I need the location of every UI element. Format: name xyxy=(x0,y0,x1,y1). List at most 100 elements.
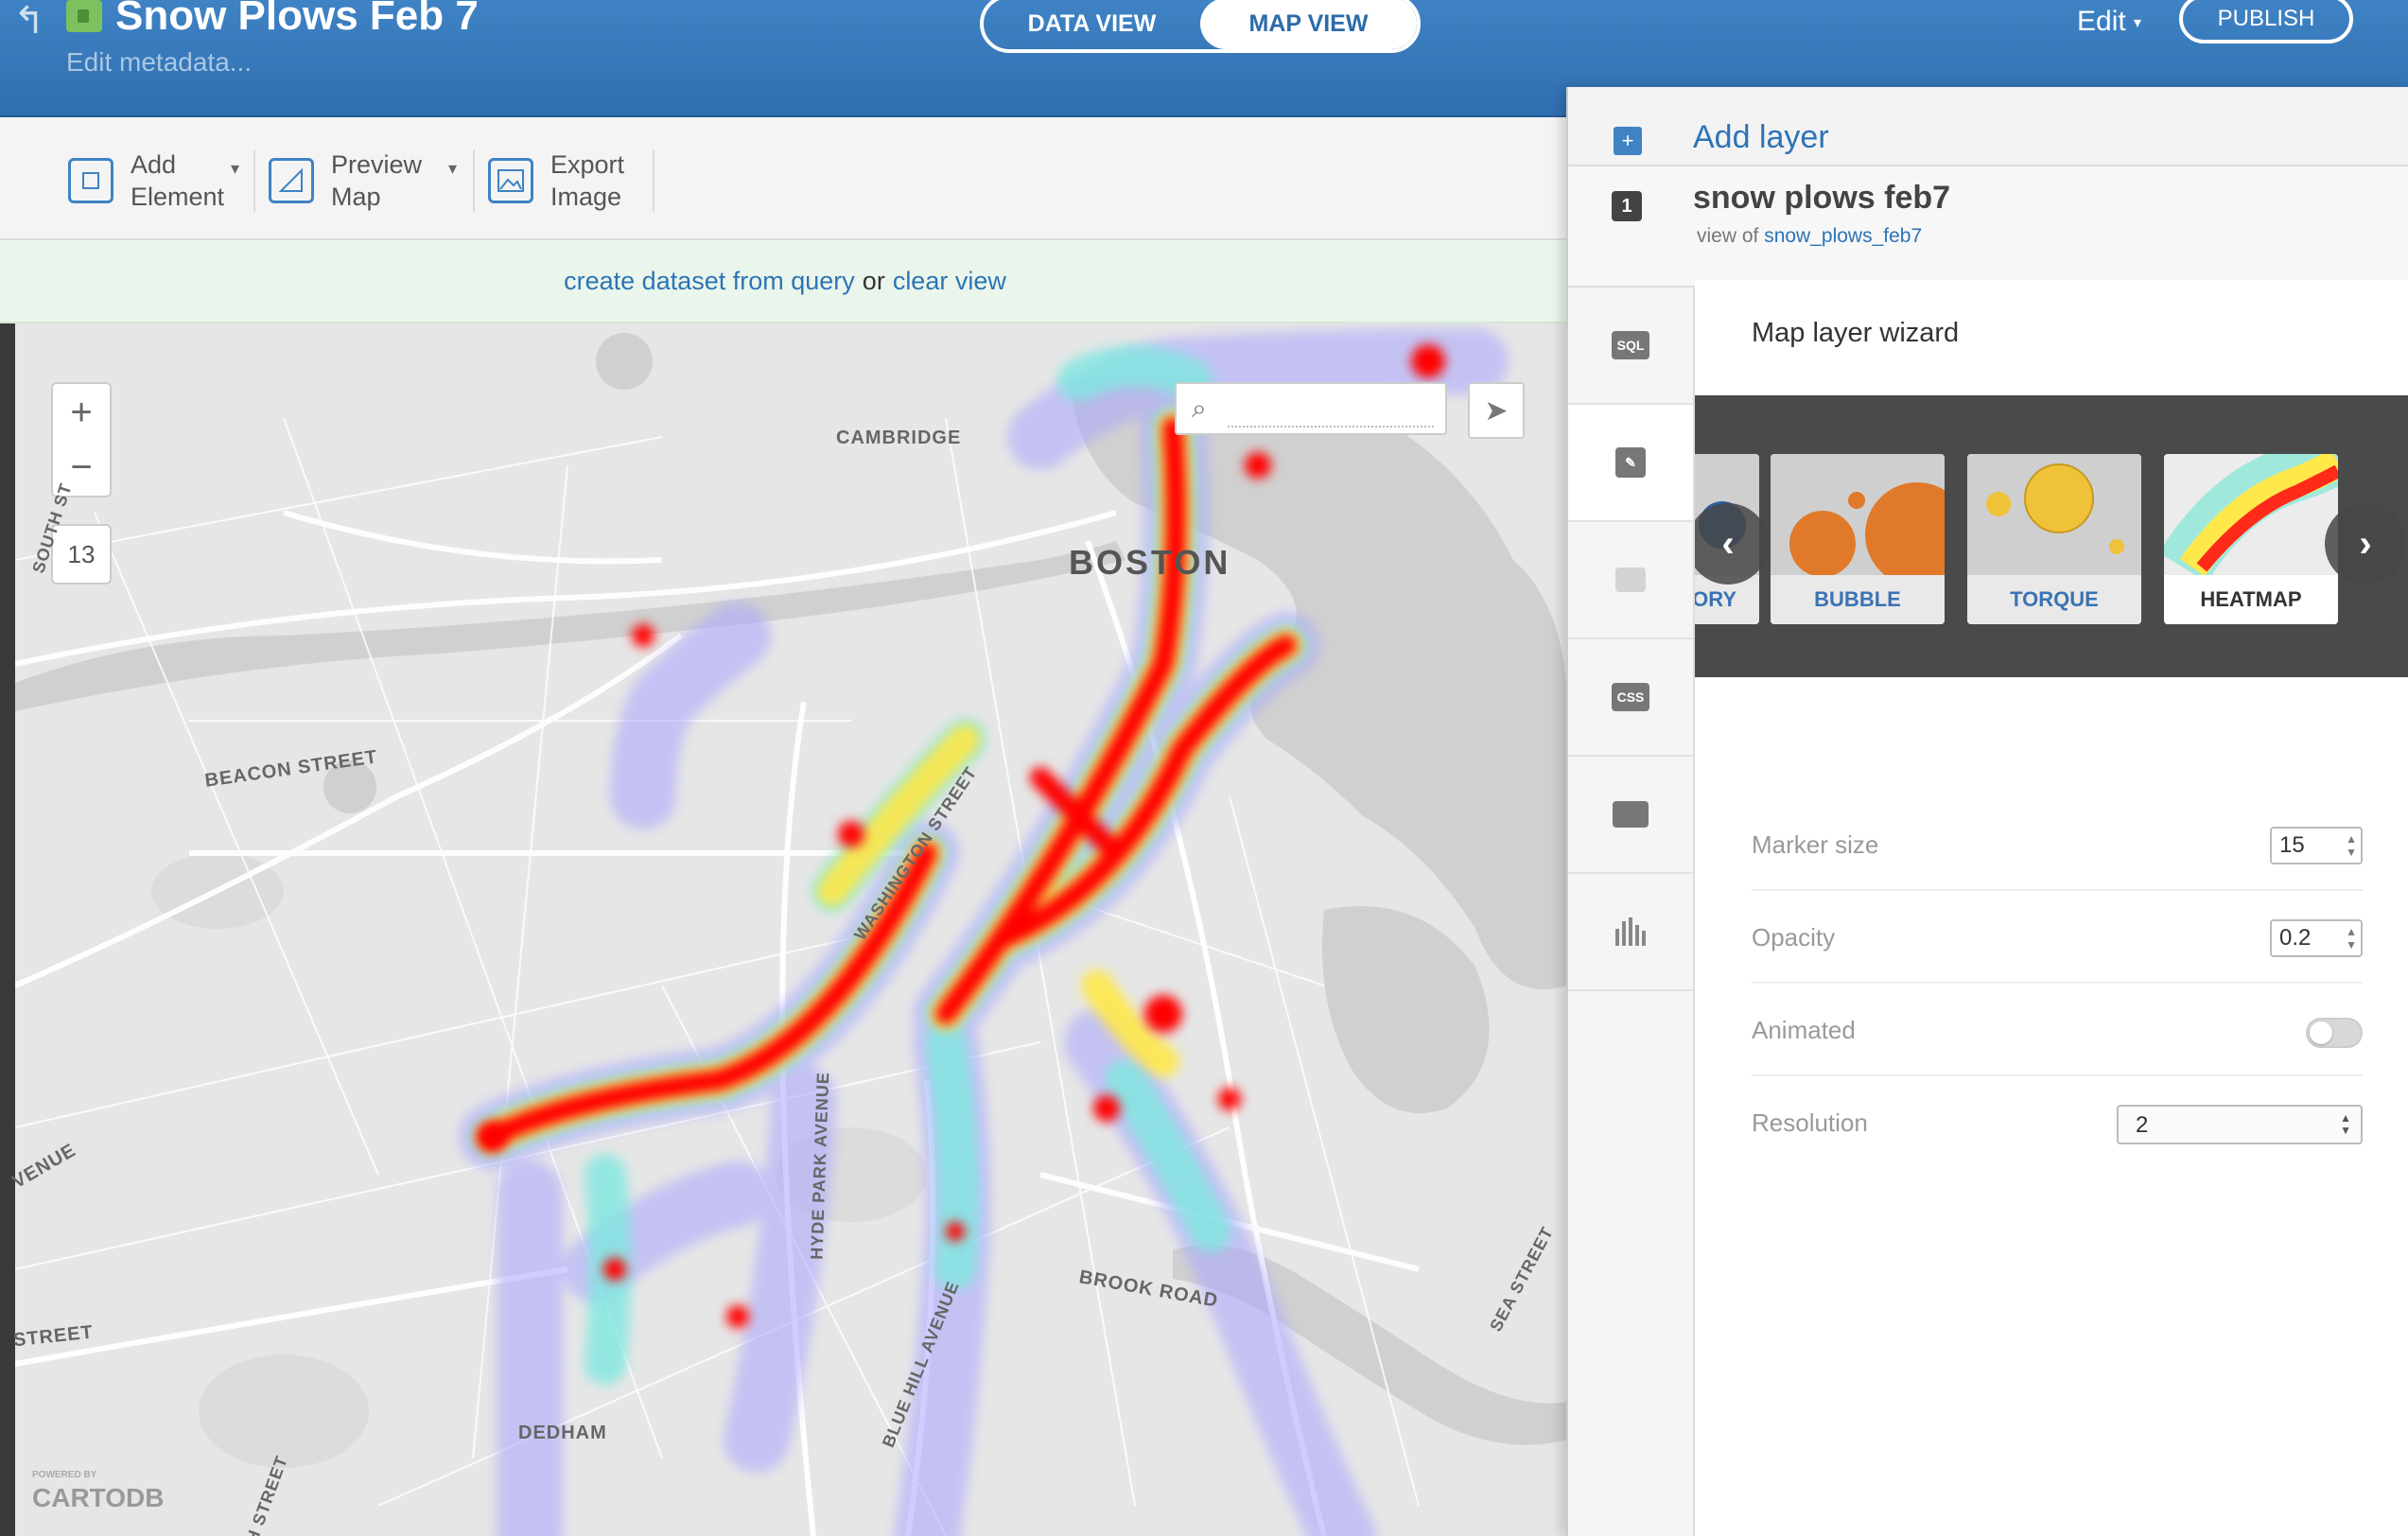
rail-tab-sql[interactable]: SQL xyxy=(1568,288,1693,405)
stepper-arrows-icon[interactable]: ▲ ▼ xyxy=(2346,925,2357,951)
preview-map-caret-icon[interactable]: ▾ xyxy=(448,159,457,179)
layer-source-link[interactable]: snow_plows_feb7 xyxy=(1764,225,1922,247)
viz-label-bubble: BUBBLE xyxy=(1771,575,1945,624)
property-resolution: Resolution 2 ▲ ▼ xyxy=(1752,1074,2363,1167)
edit-menu-label: Edit xyxy=(2077,6,2126,37)
legend-icon xyxy=(1613,801,1649,828)
css-icon: CSS xyxy=(1612,683,1649,711)
resolution-value: 2 xyxy=(2136,1112,2149,1138)
map-label-dedham: DEDHAM xyxy=(518,1423,607,1443)
add-layer-label: Add layer xyxy=(1693,119,1829,155)
viz-card-bubble[interactable]: BUBBLE xyxy=(1771,454,1945,624)
toggle-knob xyxy=(2310,1021,2332,1044)
clear-view-link[interactable]: clear view xyxy=(893,267,1006,296)
torque-thumbnail xyxy=(1967,454,2141,575)
layer-name[interactable]: snow plows feb7 xyxy=(1693,180,1950,217)
add-element-label: Add Element xyxy=(131,150,225,211)
toolbar-divider xyxy=(473,149,475,212)
preview-map-button[interactable]: Preview Map xyxy=(269,149,422,212)
toolbar-divider xyxy=(653,149,654,212)
paper-plane-icon: ➤ xyxy=(1484,394,1509,427)
export-image-icon xyxy=(488,158,533,203)
property-animated: Animated xyxy=(1752,982,2363,1076)
edit-metadata-link[interactable]: Edit metadata... xyxy=(66,47,252,78)
map-search-input[interactable] xyxy=(1228,395,1434,428)
wizard-title: Map layer wizard xyxy=(1752,318,1960,348)
map-layer-wizard: Map layer wizard EGORY BUBBLE xyxy=(1695,280,2408,1536)
back-arrow-icon[interactable]: ↰ xyxy=(13,2,45,40)
carousel-next-button[interactable]: › xyxy=(2325,503,2406,585)
layer-tab-rail: SQL ✎ CSS xyxy=(1568,288,1695,1536)
viz-card-torque[interactable]: TORQUE xyxy=(1967,454,2141,624)
preview-map-label: Preview Map xyxy=(331,150,423,211)
query-notice-bar: create dataset from query or clear view xyxy=(0,240,1570,323)
property-opacity: Opacity 0.2 ▲ ▼ xyxy=(1752,889,2363,984)
heatmap-thumbnail xyxy=(2164,454,2338,575)
stepper-arrows-icon[interactable]: ▲ ▼ xyxy=(2346,832,2357,859)
cartodb-attribution[interactable]: CARTODB xyxy=(32,1483,164,1513)
map-label-cambridge: CAMBRIDGE xyxy=(836,428,962,448)
opacity-label: Opacity xyxy=(1752,923,1836,951)
map-title[interactable]: Snow Plows Feb 7 xyxy=(115,0,479,40)
opacity-value: 0.2 xyxy=(2279,925,2312,951)
add-layer-icon: + xyxy=(1614,127,1642,155)
visualization-carousel: EGORY BUBBLE TORQUE xyxy=(1695,395,2408,677)
select-arrows-icon: ▲ ▼ xyxy=(2340,1111,2351,1137)
toolbar-divider xyxy=(253,149,255,212)
caret-down-icon: ▾ xyxy=(2134,15,2142,32)
speech-bubble-icon xyxy=(1615,567,1646,592)
histogram-icon xyxy=(1615,917,1646,946)
layer-panel: + Add layer 1 snow plows feb7 view of sn… xyxy=(1566,87,2408,1536)
viz-label-torque: TORQUE xyxy=(1967,575,2141,624)
animated-label: Animated xyxy=(1752,1016,1856,1044)
rail-tab-wizard[interactable]: ✎ xyxy=(1568,405,1693,522)
viz-card-heatmap[interactable]: HEATMAP xyxy=(2164,454,2338,624)
tab-data-view[interactable]: DATA VIEW xyxy=(984,0,1200,49)
layer-source: view of snow_plows_feb7 xyxy=(1697,225,1922,248)
editor-toolbar: Add Element ▾ Preview Map ▾ Export Image xyxy=(0,117,1570,240)
map-left-edge xyxy=(0,323,15,1536)
attribution-powered-by: POWERED BY xyxy=(32,1470,97,1480)
lock-icon[interactable] xyxy=(66,0,102,32)
marker-size-stepper[interactable]: 15 ▲ ▼ xyxy=(2270,827,2363,864)
paintbrush-icon: ✎ xyxy=(1615,447,1646,478)
add-layer-row[interactable]: + Add layer xyxy=(1568,87,2408,166)
add-element-caret-icon[interactable]: ▾ xyxy=(231,159,239,179)
rail-tab-css[interactable]: CSS xyxy=(1568,639,1693,757)
search-icon: ⌕ xyxy=(1192,393,1207,423)
view-toggle: DATA VIEW MAP VIEW xyxy=(980,0,1421,53)
marker-size-label: Marker size xyxy=(1752,830,1879,859)
export-image-button[interactable]: Export Image xyxy=(488,149,624,212)
bubble-thumbnail xyxy=(1771,454,1945,575)
layer-source-prefix: view of xyxy=(1697,225,1759,247)
rail-tab-infowindow[interactable] xyxy=(1568,522,1693,639)
viz-label-heatmap: HEATMAP xyxy=(2164,575,2338,624)
add-element-button[interactable]: Add Element xyxy=(68,149,224,212)
rail-tab-legend[interactable] xyxy=(1568,757,1693,874)
basemap xyxy=(13,328,1568,1536)
map-search-box[interactable]: ⌕ xyxy=(1175,382,1447,435)
opacity-stepper[interactable]: 0.2 ▲ ▼ xyxy=(2270,919,2363,957)
resolution-label: Resolution xyxy=(1752,1108,1868,1137)
publish-button[interactable]: PUBLISH xyxy=(2179,0,2353,44)
map-label-boston: BOSTON xyxy=(1069,543,1231,582)
export-image-label: Export Image xyxy=(550,150,625,211)
zoom-in-button[interactable]: + xyxy=(51,382,112,443)
sql-icon: SQL xyxy=(1612,331,1649,359)
charles-river xyxy=(15,541,1125,711)
create-dataset-link[interactable]: create dataset from query xyxy=(564,267,855,296)
add-element-icon xyxy=(68,158,113,203)
rail-tab-filters[interactable] xyxy=(1568,874,1693,991)
property-marker-size: Marker size 15 ▲ ▼ xyxy=(1752,796,2363,891)
edit-menu[interactable]: Edit ▾ xyxy=(2077,6,2141,38)
marker-size-value: 15 xyxy=(2279,832,2305,858)
layer-header[interactable]: 1 snow plows feb7 view of snow_plows_feb… xyxy=(1568,166,2408,288)
locate-button[interactable]: ➤ xyxy=(1468,382,1525,439)
animated-toggle[interactable] xyxy=(2306,1018,2363,1048)
layer-number-badge: 1 xyxy=(1612,191,1642,221)
resolution-select[interactable]: 2 ▲ ▼ xyxy=(2117,1105,2363,1144)
notice-or-text: or xyxy=(862,266,885,295)
map-canvas[interactable]: + − 13 ⌕ ➤ CAMBRIDGE BOSTON BEACON STREE… xyxy=(0,323,1568,1536)
preview-map-icon xyxy=(269,158,314,203)
tab-map-view[interactable]: MAP VIEW xyxy=(1200,0,1417,49)
